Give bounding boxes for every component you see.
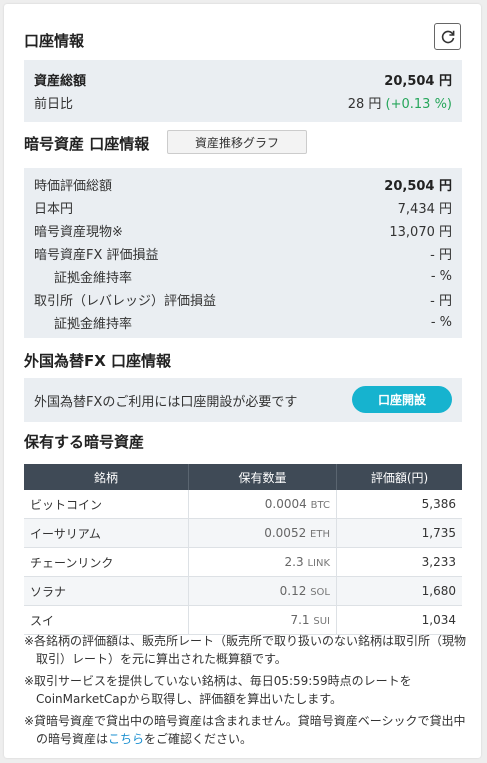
footnote-text: をご確認ください。 (144, 732, 253, 746)
fx-message: 外国為替FXのご利用には口座開設が必要です (34, 394, 298, 410)
crypto-panel: 時価評価総額 20,504 円 日本円 7,434 円 暗号資産現物※ 13,0… (24, 168, 462, 338)
holding-quantity: 2.3 (284, 555, 304, 569)
crypto-row-label: 暗号資産FX 評価損益 (34, 247, 159, 263)
crypto-row-label: 暗号資産現物※ (34, 224, 123, 240)
crypto-section-title: 暗号資産 口座情報 (24, 135, 150, 153)
holding-name: イーサリアム (24, 518, 189, 548)
table-row: チェーンリンク 2.3 LINK 3,233 (24, 547, 462, 577)
crypto-row-value: - % (430, 268, 452, 284)
column-header-name: 銘柄 (24, 464, 189, 490)
crypto-row-value: 13,070 円 (389, 224, 452, 240)
holding-name: スイ (24, 605, 189, 635)
crypto-row-label: 証拠金維持率 (54, 316, 133, 332)
holding-name: ソラナ (24, 576, 189, 606)
refresh-icon (441, 30, 454, 43)
total-assets-label: 資産総額 (34, 73, 87, 89)
holdings-section-title: 保有する暗号資産 (24, 433, 145, 451)
day-change-label: 前日比 (34, 96, 74, 112)
table-row: イーサリアム 0.0052 ETH 1,735 (24, 518, 462, 548)
holding-unit: LINK (307, 558, 330, 569)
account-card: 口座情報 資産総額 20,504 円 前日比 28 円 (+0.13 %) 暗号… (4, 4, 481, 758)
crypto-row-value: - % (430, 314, 452, 330)
crypto-row-label: 証拠金維持率 (54, 270, 133, 286)
column-header-value: 評価額(円) (336, 464, 462, 490)
table-row: スイ 7.1 SUI 1,034 (24, 605, 462, 635)
crypto-row-value: 7,434 円 (397, 201, 452, 217)
fx-section-title: 外国為替FX 口座情報 (24, 352, 172, 370)
holding-name: チェーンリンク (24, 547, 189, 577)
details-link[interactable]: こちら (108, 732, 144, 746)
table-header-row: 銘柄 保有数量 評価額(円) (24, 464, 462, 490)
holding-quantity: 7.1 (290, 613, 310, 627)
crypto-row-label: 時価評価総額 (34, 178, 113, 194)
asset-history-graph-button[interactable]: 資産推移グラフ (167, 130, 307, 154)
refresh-button[interactable] (434, 23, 461, 50)
fx-panel: 外国為替FXのご利用には口座開設が必要です 口座開設 (24, 378, 462, 422)
crypto-row-value: 20,504 円 (384, 178, 452, 194)
summary-panel: 資産総額 20,504 円 前日比 28 円 (+0.13 %) (24, 60, 462, 122)
crypto-row-label: 取引所（レバレッジ）評価損益 (34, 293, 217, 309)
holding-unit: SUI (313, 616, 330, 627)
footnote: ※各銘柄の評価額は、販売所レート（販売所で取り扱いのない銘柄は取引所（現物取引）… (24, 634, 467, 666)
day-change-percent: (+0.13 %) (385, 96, 452, 112)
holding-quantity: 0.0052 (264, 526, 307, 540)
holding-unit: ETH (310, 529, 330, 540)
table-row: ビットコイン 0.0004 BTC 5,386 (24, 490, 462, 519)
day-change-value: 28 円 (347, 96, 382, 112)
footnote: ※貸暗号資産で貸出中の暗号資産は含まれません。貸暗号資産ベーシックで貸出中の暗号… (24, 712, 476, 748)
column-header-quantity: 保有数量 (188, 464, 337, 490)
total-assets-value: 20,504 円 (384, 73, 452, 89)
holding-quantity: 0.12 (279, 584, 307, 598)
page-title: 口座情報 (24, 32, 85, 50)
holding-unit: SOL (310, 587, 330, 598)
table-row: ソラナ 0.12 SOL 1,680 (24, 576, 462, 606)
holding-unit: BTC (310, 500, 330, 511)
holding-value: 1,680 (336, 576, 462, 606)
holding-name: ビットコイン (24, 490, 189, 519)
holdings-table: 銘柄 保有数量 評価額(円) ビットコイン 0.0004 BTC 5,386 イ… (24, 464, 462, 635)
crypto-row-value: - 円 (430, 247, 452, 263)
open-account-button[interactable]: 口座開設 (352, 386, 452, 413)
holding-value: 5,386 (336, 490, 462, 519)
holding-value: 1,735 (336, 518, 462, 548)
crypto-row-value: - 円 (430, 293, 452, 309)
footnote: ※取引サービスを提供していない銘柄は、毎日05:59:59時点のレートをCoin… (24, 674, 412, 706)
crypto-row-label: 日本円 (34, 201, 74, 217)
holding-value: 3,233 (336, 547, 462, 577)
holding-quantity: 0.0004 (264, 497, 307, 511)
holding-value: 1,034 (336, 605, 462, 635)
